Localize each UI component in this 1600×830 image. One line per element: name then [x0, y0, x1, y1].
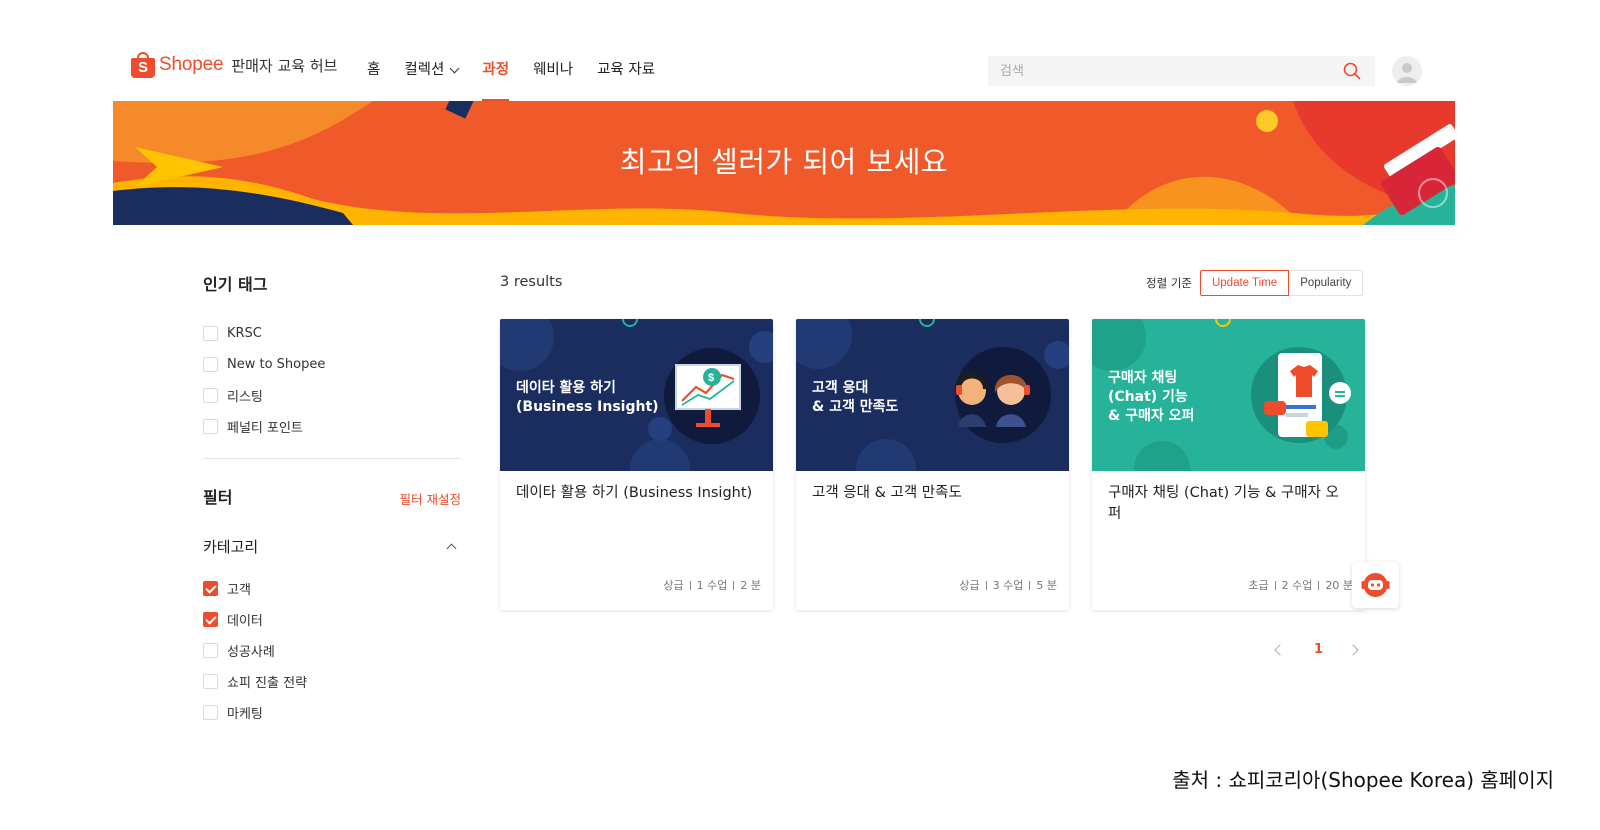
nav-collection[interactable]: 컬렉션 — [404, 60, 460, 80]
tag-label: 페널티 포인트 — [227, 421, 303, 436]
thumbnail-title: 구매자 채팅 (Chat) 기능 & 구매자 오퍼 — [1108, 370, 1195, 424]
category-label: 데이터 — [227, 614, 263, 629]
chatbot-icon — [1361, 573, 1390, 597]
tag-option[interactable]: 페널티 포인트 — [203, 411, 461, 442]
course-card[interactable]: $ 데이타 활용 하기 (Business Insight) 데이타 활용 하기… — [500, 319, 773, 610]
category-option[interactable]: 마케팅 — [203, 697, 461, 728]
tag-checkbox[interactable] — [203, 388, 218, 403]
nav-materials[interactable]: 교육 자료 — [597, 60, 655, 80]
chevron-right-icon[interactable] — [1347, 643, 1359, 656]
sort-update-time-button[interactable]: Update Time — [1199, 270, 1290, 296]
course-title[interactable]: 구매자 채팅 (Chat) 기능 & 구매자 오퍼 — [1108, 483, 1348, 525]
sort-label: 정렬 기준 — [1146, 276, 1192, 290]
course-duration: 5 분 — [1036, 579, 1057, 592]
category-option[interactable]: 성공사례 — [203, 635, 461, 666]
search-icon[interactable] — [1343, 62, 1361, 80]
category-checkbox[interactable] — [203, 674, 218, 689]
tag-option[interactable]: New to Shopee — [203, 349, 461, 380]
sidebar-divider — [203, 458, 461, 459]
nav-courses[interactable]: 과정 — [482, 60, 509, 101]
nav-home[interactable]: 홈 — [367, 60, 380, 80]
course-duration: 20 분 — [1325, 579, 1353, 592]
tag-option[interactable]: KRSC — [203, 318, 461, 349]
sort-control: 정렬 기준 Update Time Popularity — [1146, 270, 1364, 296]
course-lessons: 1 수업 — [696, 579, 728, 592]
category-option[interactable]: 데이터 — [203, 604, 461, 635]
svg-text:$: $ — [708, 372, 714, 384]
course-level: 상급 — [959, 579, 980, 592]
hero-banner: 최고의 셀러가 되어 보세요 — [113, 101, 1455, 225]
course-thumbnail[interactable]: 고객 응대 & 고객 만족도 — [796, 319, 1069, 471]
course-card[interactable]: 고객 응대 & 고객 만족도 고객 응대 & 고객 만족도 상급 3 수업 5 … — [796, 319, 1069, 610]
logo-mark: S — [131, 58, 155, 78]
main-nav: 홈 컬렉션 과정 웨비나 교육 자료 — [367, 60, 679, 101]
filter-header: 필터 필터 재설정 — [203, 483, 461, 513]
top-header: S Shopee 판매자 교육 허브 홈 컬렉션 과정 웨비나 교육 자료 — [0, 0, 1600, 101]
category-label: 성공사례 — [227, 645, 275, 660]
shopee-logo[interactable]: S Shopee 판매자 교육 허브 — [131, 52, 337, 78]
user-avatar[interactable] — [1392, 56, 1422, 86]
category-label: 마케팅 — [227, 707, 263, 722]
chevron-up-icon — [446, 543, 457, 553]
course-level: 상급 — [663, 579, 684, 592]
tag-label: 리스팅 — [227, 390, 263, 405]
course-lessons: 2 수업 — [1281, 579, 1313, 592]
tag-checkbox[interactable] — [203, 357, 218, 372]
course-level: 초급 — [1248, 579, 1269, 592]
nav-webinar[interactable]: 웨비나 — [533, 60, 573, 80]
results-count: 3 results — [500, 274, 563, 290]
category-checkbox[interactable] — [203, 581, 218, 596]
search-bar — [988, 56, 1375, 86]
user-icon — [1397, 63, 1417, 83]
sort-popularity-button[interactable]: Popularity — [1289, 270, 1364, 296]
thumbnail-title: 데이타 활용 하기 (Business Insight) — [516, 380, 659, 415]
shopping-bag-icon: S — [131, 52, 155, 78]
category-checkbox[interactable] — [203, 612, 218, 627]
chevron-left-icon[interactable] — [1274, 643, 1286, 656]
course-thumbnail[interactable]: 구매자 채팅 (Chat) 기능 & 구매자 오퍼 — [1092, 319, 1365, 471]
course-lessons: 3 수업 — [992, 579, 1024, 592]
page-number-current[interactable]: 1 — [1314, 642, 1323, 657]
course-title[interactable]: 고객 응대 & 고객 만족도 — [812, 483, 1052, 504]
banner-title: 최고의 셀러가 되어 보세요 — [619, 145, 949, 179]
course-meta: 초급 2 수업 20 분 — [1248, 577, 1353, 593]
logo-subtitle: 판매자 교육 허브 — [231, 56, 338, 75]
category-checkbox[interactable] — [203, 705, 218, 720]
course-duration: 2 분 — [740, 579, 761, 592]
nav-collection-label: 컬렉션 — [404, 62, 445, 78]
course-meta: 상급 1 수업 2 분 — [663, 577, 761, 593]
chevron-down-icon — [449, 63, 460, 73]
search-input[interactable] — [988, 56, 1328, 86]
filter-heading: 필터 — [203, 488, 233, 507]
category-option[interactable]: 고객 — [203, 573, 461, 604]
category-toggle[interactable]: 카테고리 — [203, 531, 461, 561]
pagination: 1 — [1274, 642, 1359, 657]
course-thumbnail[interactable]: $ 데이타 활용 하기 (Business Insight) — [500, 319, 773, 471]
logo-wordmark: Shopee — [159, 54, 224, 75]
course-title[interactable]: 데이타 활용 하기 (Business Insight) — [516, 483, 756, 504]
tag-label: KRSC — [227, 326, 262, 341]
course-card[interactable]: 구매자 채팅 (Chat) 기능 & 구매자 오퍼 구매자 채팅 (Chat) … — [1092, 319, 1365, 610]
category-label: 쇼피 진출 전략 — [227, 676, 308, 691]
category-checkbox[interactable] — [203, 643, 218, 658]
tag-label: New to Shopee — [227, 357, 326, 372]
category-label: 고객 — [227, 583, 251, 598]
category-option[interactable]: 쇼피 진출 전략 — [203, 666, 461, 697]
tag-option[interactable]: 리스팅 — [203, 380, 461, 411]
filter-reset-link[interactable]: 필터 재설정 — [400, 489, 461, 508]
category-heading: 카테고리 — [203, 537, 259, 556]
chatbot-button[interactable] — [1352, 562, 1399, 608]
filter-sidebar: 인기 태그 KRSC New to Shopee 리스팅 페널티 포인트 필터 … — [203, 270, 461, 728]
popular-tags-heading: 인기 태그 — [203, 275, 268, 294]
course-meta: 상급 3 수업 5 분 — [959, 577, 1057, 593]
thumbnail-title: 고객 응대 & 고객 만족도 — [812, 380, 899, 415]
source-caption: 출처 : 쇼피코리아(Shopee Korea) 홈페이지 — [1172, 768, 1554, 792]
tag-checkbox[interactable] — [203, 419, 218, 434]
tag-checkbox[interactable] — [203, 326, 218, 341]
